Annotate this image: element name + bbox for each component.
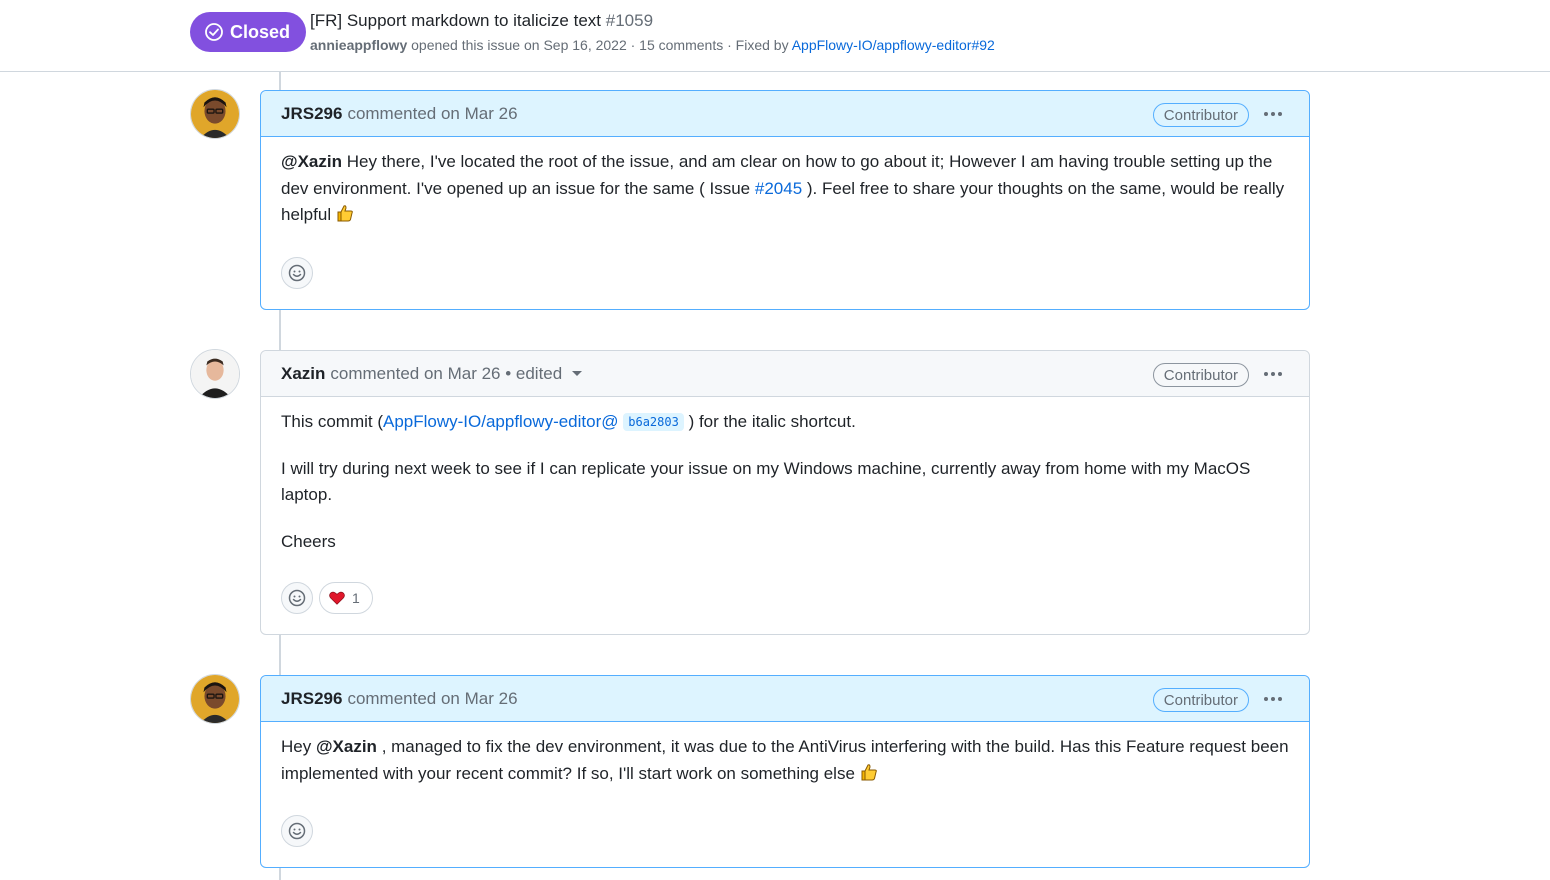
comment-text: This commit ( bbox=[281, 412, 383, 431]
comment-paragraph: Hey @Xazin , managed to fix the dev envi… bbox=[281, 734, 1289, 787]
add-reaction-button[interactable] bbox=[281, 582, 313, 614]
comment-options-button[interactable] bbox=[1259, 362, 1287, 386]
contributor-badge: Contributor bbox=[1152, 103, 1249, 127]
smiley-icon bbox=[288, 589, 306, 607]
check-circle-icon bbox=[205, 23, 223, 41]
comment-card: Xazin commented on Mar 26 • edited Contr… bbox=[260, 350, 1310, 635]
kebab-dot-icon bbox=[1264, 697, 1268, 701]
comment-options-button[interactable] bbox=[1259, 102, 1287, 126]
avatar-xazin[interactable] bbox=[190, 349, 240, 399]
comment-paragraph: Cheers bbox=[281, 531, 336, 551]
issue-link[interactable]: #2045 bbox=[755, 179, 802, 198]
comment-meta[interactable]: commented on Mar 26 bbox=[347, 104, 517, 124]
kebab-dot-icon bbox=[1278, 112, 1282, 116]
comment-body: Hey @Xazin , managed to fix the dev envi… bbox=[261, 722, 1309, 787]
comment-body: This commit (AppFlowy-IO/appflowy-editor… bbox=[261, 397, 1309, 555]
issue-sticky-header: Closed [FR] Support markdown to italiciz… bbox=[0, 0, 1550, 72]
comment-paragraph: This commit (AppFlowy-IO/appflowy-editor… bbox=[281, 409, 1289, 436]
reactions-bar bbox=[281, 815, 313, 847]
add-reaction-button[interactable] bbox=[281, 257, 313, 289]
issue-title-text: [FR] Support markdown to italicize text bbox=[310, 11, 602, 30]
issue-author-link[interactable]: annieappflowy bbox=[310, 37, 407, 53]
comment-header: JRS296 commented on Mar 26 Contributor bbox=[261, 91, 1309, 137]
contributor-badge: Contributor bbox=[1152, 688, 1249, 712]
issue-title: [FR] Support markdown to italicize text … bbox=[310, 11, 653, 31]
reactions-bar bbox=[281, 257, 313, 289]
comment-author[interactable]: JRS296 bbox=[281, 689, 342, 709]
reaction-count: 1 bbox=[352, 590, 360, 606]
fixed-by-link[interactable]: AppFlowy-IO/appflowy-editor#92 bbox=[792, 37, 995, 53]
commit-sha[interactable]: b6a2803 bbox=[623, 413, 684, 431]
smiley-icon bbox=[288, 264, 306, 282]
kebab-dot-icon bbox=[1264, 112, 1268, 116]
avatar-jrs296[interactable] bbox=[190, 89, 240, 139]
kebab-dot-icon bbox=[1271, 372, 1275, 376]
thumbs-up-icon bbox=[861, 763, 877, 780]
issue-state-badge: Closed bbox=[190, 12, 307, 52]
comment-author[interactable]: Xazin bbox=[281, 364, 325, 384]
edit-history-dropdown-icon[interactable] bbox=[572, 371, 583, 376]
kebab-dot-icon bbox=[1278, 372, 1282, 376]
comment-meta[interactable]: commented on Mar 26 bbox=[347, 689, 517, 709]
comment-card: JRS296 commented on Mar 26 Contributor H… bbox=[260, 675, 1310, 868]
comment-header: JRS296 commented on Mar 26 Contributor bbox=[261, 676, 1309, 722]
reactions-bar: 1 bbox=[281, 582, 373, 614]
kebab-dot-icon bbox=[1264, 372, 1268, 376]
comment-text: , managed to fix the dev environment, it… bbox=[281, 737, 1289, 783]
avatar-jrs296[interactable] bbox=[190, 674, 240, 724]
heart-reaction-button[interactable]: 1 bbox=[319, 582, 373, 614]
user-mention[interactable]: @Xazin bbox=[281, 152, 342, 171]
kebab-dot-icon bbox=[1271, 697, 1275, 701]
comment-paragraph: @Xazin Hey there, I've located the root … bbox=[281, 149, 1289, 229]
thumbs-up-icon bbox=[337, 205, 353, 222]
issue-meta: annieappflowy opened this issue on Sep 1… bbox=[310, 37, 995, 53]
comment-body: @Xazin Hey there, I've located the root … bbox=[261, 137, 1309, 229]
issue-opened-text: opened this issue on Sep 16, 2022 · 15 c… bbox=[411, 37, 789, 53]
comment-header: Xazin commented on Mar 26 • edited Contr… bbox=[261, 351, 1309, 397]
kebab-dot-icon bbox=[1271, 112, 1275, 116]
comment-card: JRS296 commented on Mar 26 Contributor @… bbox=[260, 90, 1310, 310]
user-mention[interactable]: @Xazin bbox=[316, 737, 377, 756]
comment-text: Hey bbox=[281, 737, 312, 756]
issue-number: #1059 bbox=[605, 11, 654, 30]
kebab-dot-icon bbox=[1278, 697, 1282, 701]
comment-paragraph: I will try during next week to see if I … bbox=[281, 458, 1251, 505]
heart-icon bbox=[329, 591, 345, 605]
commit-link[interactable]: AppFlowy-IO/appflowy-editor@ bbox=[383, 412, 619, 431]
issue-state-label: Closed bbox=[230, 21, 291, 42]
contributor-badge: Contributor bbox=[1152, 363, 1249, 387]
comment-text: ) for the italic shortcut. bbox=[688, 412, 856, 431]
comment-options-button[interactable] bbox=[1259, 687, 1287, 711]
add-reaction-button[interactable] bbox=[281, 815, 313, 847]
comment-author[interactable]: JRS296 bbox=[281, 104, 342, 124]
comment-meta[interactable]: commented on Mar 26 • edited bbox=[330, 364, 562, 384]
smiley-icon bbox=[288, 822, 306, 840]
